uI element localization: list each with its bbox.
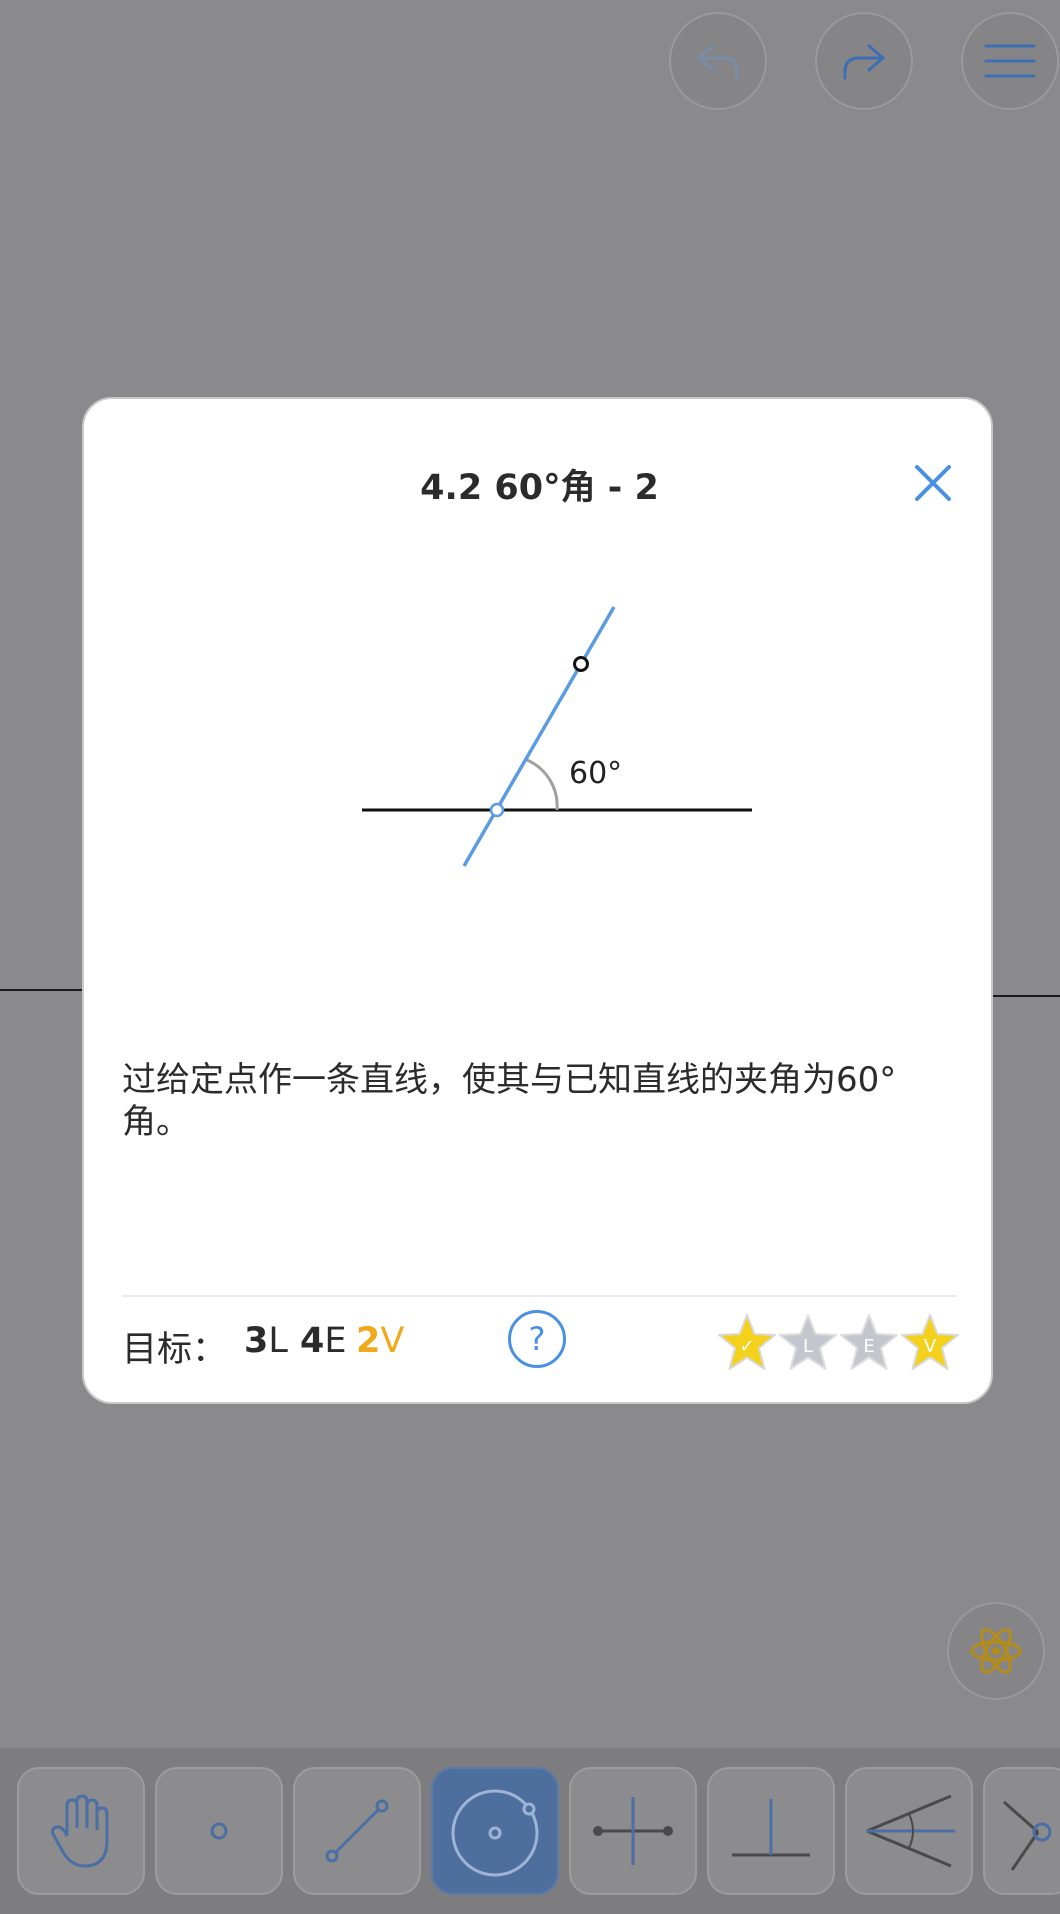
star-v-mark: V <box>924 1336 937 1357</box>
star-v-icon: V <box>901 1314 959 1370</box>
circle-icon <box>451 1789 539 1877</box>
goal-variations-count: 2 <box>356 1321 381 1361</box>
undo-button[interactable] <box>669 12 767 110</box>
goal-lines: 3L <box>244 1321 288 1361</box>
goal-label: 目标： <box>122 1330 228 1370</box>
goal-elements-unit: E <box>324 1321 347 1361</box>
star-e-mark: E <box>863 1336 874 1357</box>
divider <box>122 1295 957 1297</box>
goal-elements-count: 4 <box>300 1321 325 1361</box>
angle-label: 60° <box>569 756 622 791</box>
tool-angle-bisector[interactable] <box>845 1767 973 1895</box>
hint-button[interactable] <box>947 1602 1045 1700</box>
tool-hand[interactable] <box>17 1767 145 1895</box>
atom-icon <box>970 1628 1022 1674</box>
point-icon <box>210 1822 228 1840</box>
level-description: 过给定点作一条直线，使其与已知直线的夹角为60°角。 <box>122 1060 897 1142</box>
redo-icon <box>843 44 885 80</box>
perpendicular-icon <box>732 1799 810 1857</box>
star-check-icon: ✓ <box>718 1314 776 1370</box>
menu-icon <box>984 44 1036 78</box>
tool-point[interactable] <box>155 1767 283 1895</box>
goal-lines-unit: L <box>268 1321 288 1361</box>
undo-icon <box>697 44 739 80</box>
goal-elements: 4E <box>300 1321 346 1361</box>
intersection-point <box>489 802 505 818</box>
star-l-mark: L <box>803 1336 813 1357</box>
tool-circle[interactable] <box>431 1767 559 1895</box>
tool-perpendicular-bisector[interactable] <box>569 1767 697 1895</box>
help-icon: ? <box>528 1320 546 1358</box>
tool-perpendicular[interactable] <box>707 1767 835 1895</box>
tool-compass[interactable] <box>983 1767 1060 1895</box>
redo-button[interactable] <box>815 12 913 110</box>
given-point <box>573 656 589 672</box>
compass-icon <box>1003 1800 1052 1871</box>
star-e-icon: E <box>840 1314 898 1370</box>
constructed-line <box>462 606 616 867</box>
level-dialog: 4.2 60°角 - 2 60° 过给定点作一条直线，使其与已知直线的夹角为60… <box>82 397 993 1404</box>
goal-variations-unit: V <box>380 1321 405 1361</box>
menu-button[interactable] <box>961 12 1059 110</box>
goal-lines-count: 3 <box>244 1321 269 1361</box>
goal-variations: 2V <box>356 1321 404 1361</box>
star-check-mark: ✓ <box>739 1336 754 1357</box>
tool-line[interactable] <box>293 1767 421 1895</box>
perpendicular-bisector-icon <box>593 1797 673 1865</box>
star-l-icon: L <box>779 1314 837 1370</box>
angle-bisector-icon <box>866 1794 955 1868</box>
line-icon <box>325 1799 389 1863</box>
level-figure: 60° <box>362 606 752 867</box>
help-button[interactable]: ? <box>508 1310 566 1368</box>
angle-arc <box>526 758 559 811</box>
background-line-right <box>993 995 1060 997</box>
hand-icon <box>51 1794 109 1868</box>
background-line-left <box>0 989 82 991</box>
